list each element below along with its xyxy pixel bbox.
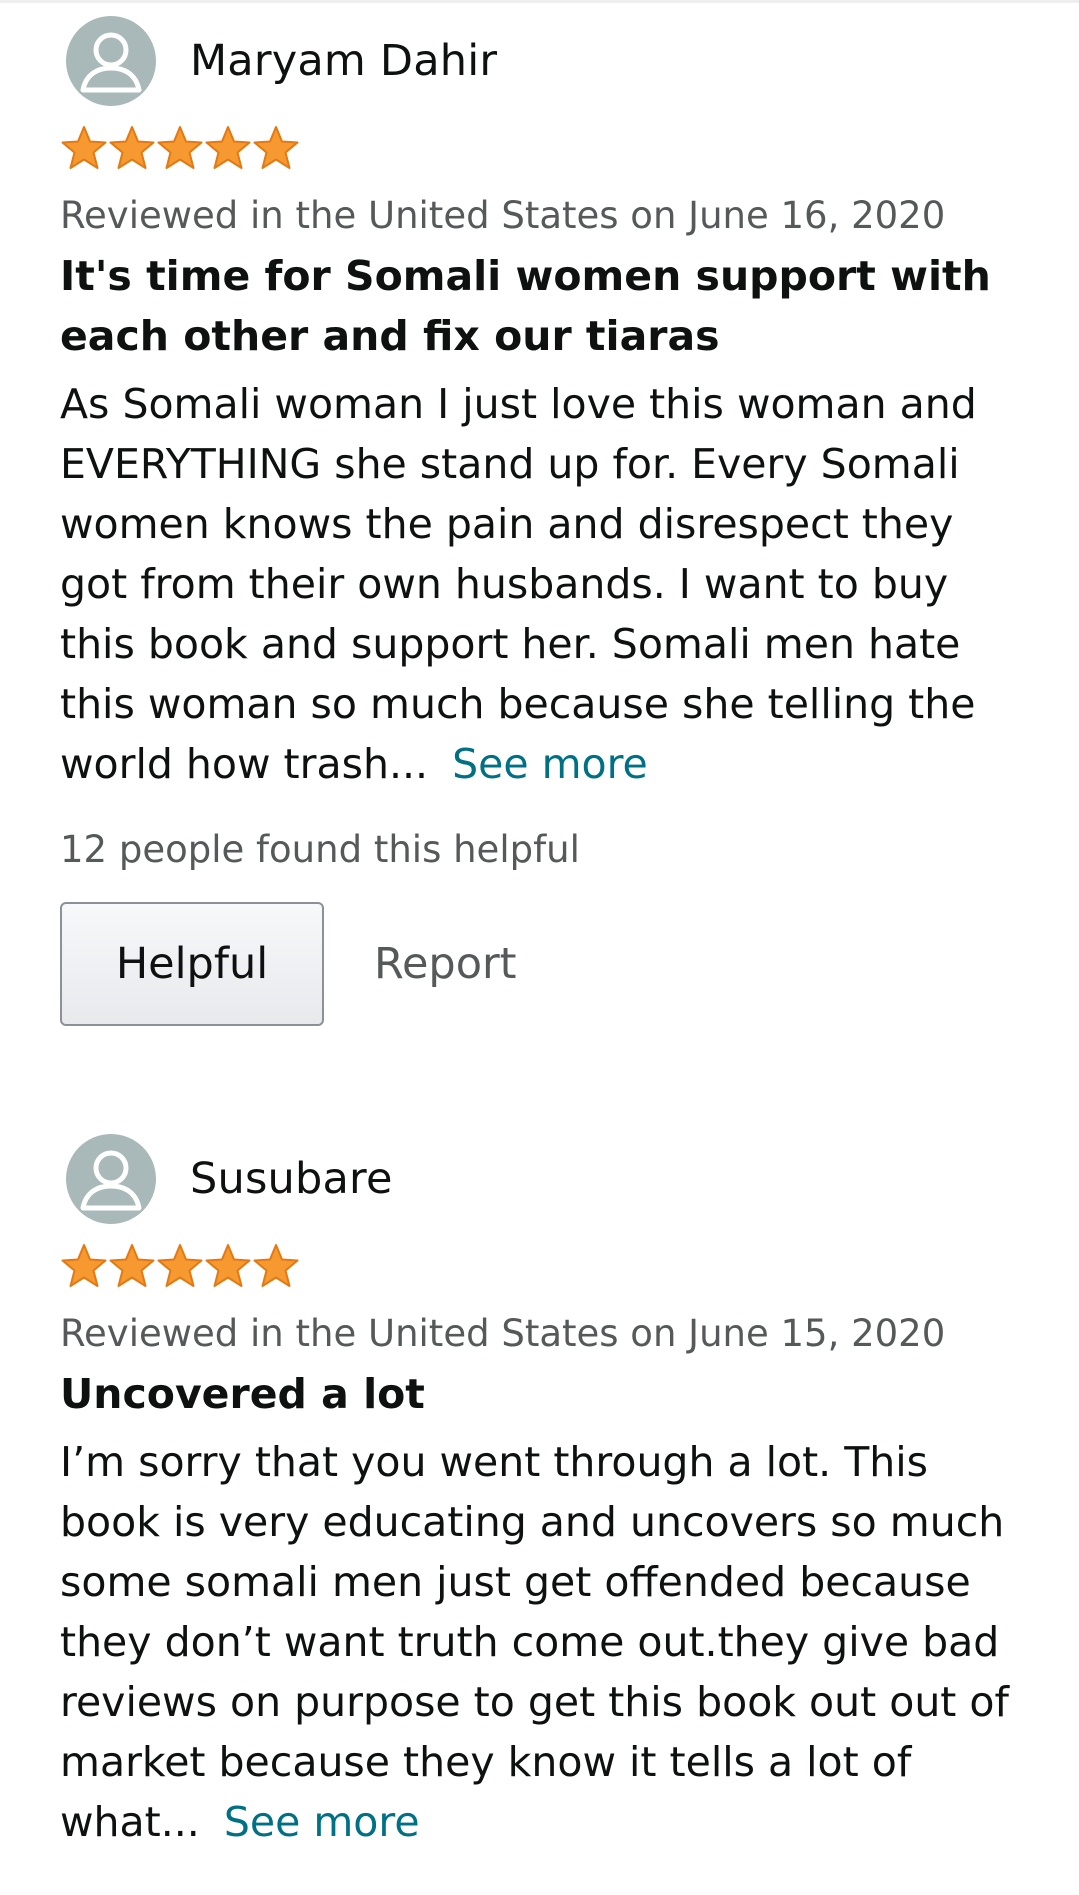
star-filled-icon: [109, 1244, 155, 1287]
star-filled-icon: [253, 126, 299, 169]
helpful-button[interactable]: Helpful: [60, 902, 324, 1026]
review-body-line: what...: [60, 1798, 200, 1846]
review-title-line: Uncovered a lot: [60, 1370, 425, 1418]
review-body-line: As Somali woman I just love this woman a…: [60, 380, 977, 428]
review-card: Susubare Reviewed in the United States o…: [60, 1134, 1020, 1852]
helpful-count: 12 people found this helpful: [60, 828, 580, 871]
star-filled-icon: [253, 1244, 299, 1287]
see-more-link[interactable]: See more: [224, 1798, 420, 1846]
review-body-line: reviews on purpose to get this book out …: [60, 1678, 1009, 1726]
star-filled-icon: [109, 126, 155, 169]
review-date: Reviewed in the United States on June 16…: [60, 194, 946, 237]
review-title[interactable]: Uncovered a lot: [60, 1364, 1020, 1424]
star-filled-icon: [61, 126, 107, 169]
star-filled-icon: [205, 1244, 251, 1287]
reviewer-profile[interactable]: Susubare: [60, 1134, 1020, 1224]
review-body-last-line: world how trash... See more: [60, 734, 1020, 794]
reviewer-name: Maryam Dahir: [190, 36, 498, 86]
star-filled-icon: [157, 1244, 203, 1287]
review-title[interactable]: It's time for Somali women support with …: [60, 246, 1020, 366]
avatar-icon: [66, 16, 156, 106]
review-body-line: women knows the pain and disrespect they: [60, 500, 954, 548]
star-filled-icon: [205, 126, 251, 169]
review-actions: Helpful Report: [60, 902, 1020, 1026]
top-divider: [0, 0, 1079, 3]
report-link[interactable]: Report: [374, 939, 517, 989]
star-filled-icon: [157, 126, 203, 169]
reviewer-profile[interactable]: Maryam Dahir: [60, 16, 1020, 106]
review-body-line: they don’t want truth come out.they give…: [60, 1618, 1000, 1666]
star-filled-icon: [61, 1244, 107, 1287]
review-body: I’m sorry that you went through a lot. T…: [60, 1432, 1020, 1852]
review-body-line: I’m sorry that you went through a lot. T…: [60, 1438, 929, 1486]
reviewer-name: Susubare: [190, 1154, 393, 1204]
review-title-line: each other and fix our tiaras: [60, 312, 720, 360]
review-body-line: got from their own husbands. I want to b…: [60, 560, 949, 608]
review-body: As Somali woman I just love this woman a…: [60, 374, 1020, 794]
star-rating: [60, 1242, 1020, 1292]
review-body-line: market because they know it tells a lot …: [60, 1738, 912, 1786]
review-date: Reviewed in the United States on June 15…: [60, 1312, 946, 1355]
avatar-icon: [66, 1134, 156, 1224]
review-body-last-line: what... See more: [60, 1792, 1020, 1852]
star-rating: [60, 124, 1020, 174]
review-body-line: this book and support her. Somali men ha…: [60, 620, 961, 668]
review-body-line: book is very educating and uncovers so m…: [60, 1498, 1005, 1546]
review-title-line: It's time for Somali women support with: [60, 252, 991, 300]
review-body-line: some somali men just get offended becaus…: [60, 1558, 971, 1606]
see-more-link[interactable]: See more: [452, 740, 648, 788]
review-body-line: world how trash...: [60, 740, 429, 788]
review-card: Maryam Dahir Reviewed in the United Stat…: [60, 16, 1020, 1026]
review-body-line: this woman so much because she telling t…: [60, 680, 976, 728]
review-body-line: EVERYTHING she stand up for. Every Somal…: [60, 440, 960, 488]
